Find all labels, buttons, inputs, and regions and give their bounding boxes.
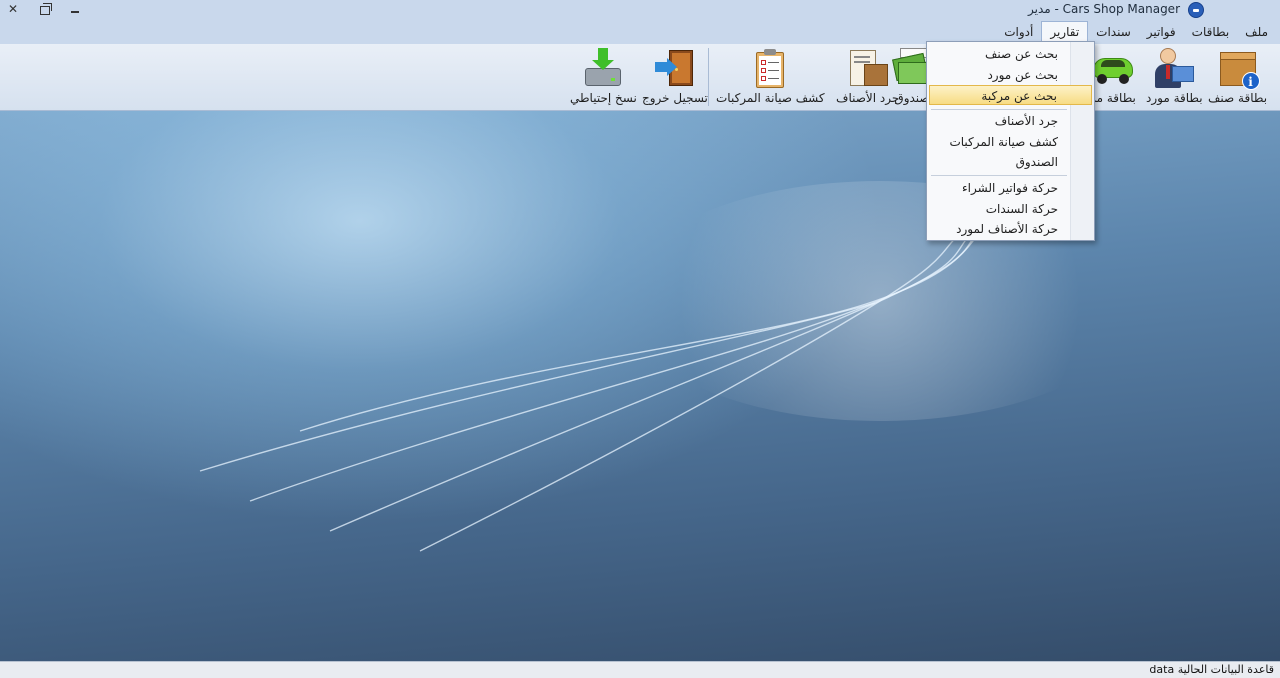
logout-door-icon bbox=[653, 46, 697, 90]
menu-item-search-item[interactable]: بحث عن صنف bbox=[929, 44, 1092, 64]
menu-item-purchase-invoices[interactable]: حركة فواتير الشراء bbox=[929, 178, 1092, 198]
clipboard-icon bbox=[748, 46, 792, 90]
backup-drive-icon bbox=[581, 46, 625, 90]
item-card-button[interactable]: i بطاقة صنف bbox=[1208, 46, 1267, 108]
close-button[interactable]: ✕ bbox=[4, 1, 22, 17]
app-icon bbox=[1188, 2, 1204, 18]
menu-item-vehicle-maintenance[interactable]: كشف صيانة المركبات bbox=[929, 132, 1092, 152]
menu-invoices[interactable]: فواتير bbox=[1139, 21, 1184, 43]
supplier-card-icon bbox=[1152, 46, 1196, 90]
title-bar: ✕ Cars Shop Manager - مدير bbox=[0, 0, 1280, 20]
menu-item-inventory[interactable]: جرد الأصناف bbox=[929, 111, 1092, 131]
menu-item-vouchers-movement[interactable]: حركة السندات bbox=[929, 199, 1092, 219]
car-icon bbox=[1091, 46, 1135, 90]
menu-tools[interactable]: أدوات bbox=[996, 21, 1041, 43]
menu-item-cashbox[interactable]: الصندوق bbox=[929, 152, 1092, 172]
item-card-label: بطاقة صنف bbox=[1208, 91, 1268, 105]
restore-button[interactable] bbox=[36, 1, 54, 17]
vehicle-card-label: بطاقة مر bbox=[1090, 91, 1136, 105]
menu-separator bbox=[931, 109, 1067, 110]
inventory-button[interactable]: جرد الأصناف bbox=[836, 46, 899, 108]
reports-dropdown-menu: بحث عن صنف بحث عن مورد بحث عن مركبة جرد … bbox=[926, 41, 1095, 241]
logout-button[interactable]: تسجيل خروج bbox=[642, 46, 708, 108]
cashbox-label: صندوق bbox=[894, 91, 930, 105]
toolbar-separator bbox=[708, 48, 709, 106]
menu-item-search-vehicle[interactable]: بحث عن مركبة bbox=[929, 85, 1092, 105]
box-info-icon: i bbox=[1216, 46, 1260, 90]
supplier-card-button[interactable]: بطاقة مورد bbox=[1146, 46, 1203, 108]
menu-separator bbox=[931, 175, 1067, 176]
menu-vouchers[interactable]: سندات bbox=[1088, 21, 1139, 43]
backup-button[interactable]: نسخ إحتياطي bbox=[570, 46, 637, 108]
menu-item-search-supplier[interactable]: بحث عن مورد bbox=[929, 65, 1092, 85]
window-title: Cars Shop Manager - مدير bbox=[1028, 2, 1180, 16]
supplier-card-label: بطاقة مورد bbox=[1146, 91, 1203, 105]
inventory-label: جرد الأصناف bbox=[836, 91, 900, 105]
minimize-button[interactable] bbox=[66, 1, 84, 17]
logout-label: تسجيل خروج bbox=[642, 91, 708, 105]
vehicle-maintenance-button[interactable]: كشف صيانة المركبات bbox=[716, 46, 825, 108]
backup-label: نسخ إحتياطي bbox=[570, 91, 637, 105]
menu-file[interactable]: ملف bbox=[1237, 21, 1276, 43]
vehicle-maintenance-label: كشف صيانة المركبات bbox=[716, 91, 825, 105]
menu-cards[interactable]: بطاقات bbox=[1184, 21, 1238, 43]
inventory-icon bbox=[846, 46, 890, 90]
status-bar: قاعدة البيانات الحالية data bbox=[0, 661, 1280, 678]
vehicle-card-button[interactable]: بطاقة مر bbox=[1090, 46, 1136, 108]
menu-reports[interactable]: تقارير bbox=[1041, 21, 1089, 43]
menu-item-supplier-items[interactable]: حركة الأصناف لمورد bbox=[929, 219, 1092, 239]
